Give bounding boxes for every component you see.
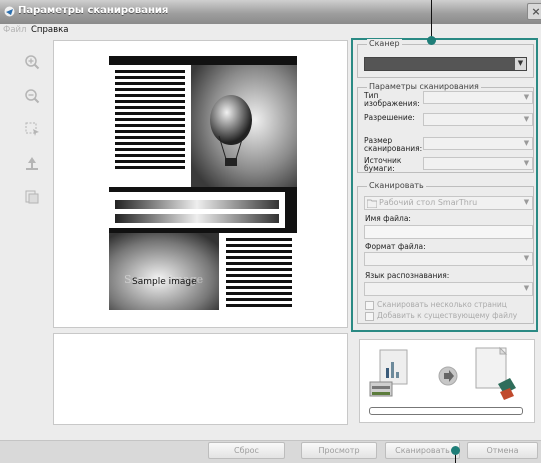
image-type-label: Тип изображения: [364,91,420,108]
resolution-dropdown[interactable]: ▼ [423,113,533,126]
arrow-right-icon [438,366,458,386]
text-line [115,106,185,109]
chevron-down-icon: ▼ [523,93,530,101]
paper-source-dropdown[interactable]: ▼ [423,157,533,170]
menu-file[interactable]: Файл [3,25,26,35]
text-line [226,292,292,295]
sample-text: Sample image [132,277,197,287]
fit-page-icon[interactable] [24,189,40,205]
multi-page-label: Сканировать несколько страниц [377,300,507,309]
scanner-app-icon [4,6,15,17]
preview-button[interactable]: Просмотр [301,442,377,459]
output-document-icon [475,346,516,400]
text-line [115,112,185,115]
scan-progress-bar [369,407,523,415]
chevron-down-icon: ▼ [523,139,530,147]
chevron-down-icon: ▼ [523,198,530,206]
text-line [115,142,185,145]
ocr-language-label: Язык распознавания: [365,271,450,280]
text-line [226,280,292,283]
text-line [115,160,185,163]
text-line [115,166,185,169]
scan-parameters-legend: Параметры сканирования [367,82,481,91]
preview-area[interactable]: Sample image Sample image [53,40,348,328]
chevron-down-icon: ▼ [523,284,530,292]
append-file-label: Добавить к существующему файлу [377,311,518,320]
menu-help[interactable]: Справка [31,25,68,35]
scan-to-legend: Сканировать [367,181,426,190]
checkbox-box [365,311,374,321]
text-line [115,88,185,91]
text-line [226,262,292,265]
append-file-checkbox[interactable]: Добавить к существующему файлу [365,311,517,321]
window-title: Параметры сканирования [18,5,169,16]
zoom-in-icon[interactable] [24,54,40,70]
text-line [115,136,185,139]
text-line [226,250,292,253]
text-line [226,256,292,259]
scan-button[interactable]: Сканировать [385,442,460,459]
text-line [226,274,292,277]
scan-to-value: Рабочий стол SmarThru [379,198,478,207]
callout-dot-top [427,36,436,45]
menu-bar: Файл Справка [0,24,541,38]
chevron-down-icon: ▼ [523,159,530,167]
cancel-button[interactable]: Отмена [467,442,538,459]
select-area-icon[interactable] [24,120,40,136]
text-line [226,298,292,301]
text-line [115,130,185,133]
callout-dot-bottom [451,446,460,455]
text-line [115,82,185,85]
folder-icon [367,199,377,208]
file-name-label: Имя файла: [365,214,411,223]
text-line [226,268,292,271]
multi-page-checkbox[interactable]: Сканировать несколько страниц [365,300,507,310]
text-line [226,238,292,241]
reset-button[interactable]: Сброс [208,442,285,459]
scan-size-label: Размер сканирования: [364,136,423,153]
title-bar[interactable]: Параметры сканирования [0,0,541,24]
thumbnail-area [53,333,348,425]
text-line [226,286,292,289]
text-line [115,154,185,157]
paper-source-label: Источник бумаги: [364,156,402,173]
scan-size-dropdown[interactable]: ▼ [423,137,533,150]
resolution-label: Разрешение: [364,113,415,122]
file-name-input[interactable] [364,225,533,239]
text-lines-top [115,70,185,172]
close-button[interactable]: × [527,3,541,20]
file-format-label: Формат файла: [365,242,426,251]
zoom-out-icon[interactable] [24,88,40,104]
scanner-document-icon [369,349,408,397]
text-line [115,148,185,151]
text-line [226,304,292,307]
scanner-legend: Сканер [367,39,402,48]
text-line [115,94,185,97]
checkbox-box [365,300,374,310]
scanner-dropdown[interactable]: ▼ [364,57,527,71]
chevron-down-icon: ▼ [523,115,530,123]
ocr-language-dropdown[interactable]: ▼ [364,282,533,296]
text-line [115,124,185,127]
image-type-dropdown[interactable]: ▼ [423,91,533,104]
text-line [226,244,292,247]
file-format-dropdown[interactable]: ▼ [364,252,533,266]
scan-to-dropdown[interactable]: Рабочий стол SmarThru ▼ [364,196,533,210]
chevron-down-icon: ▼ [523,254,530,262]
text-line [115,118,185,121]
rotate-icon[interactable] [24,155,40,171]
text-line [115,70,185,73]
text-line [115,76,185,79]
settings-panel: Сканер ▼ Параметры сканирования Тип изоб… [351,38,538,332]
text-line [115,100,185,103]
chevron-down-icon: ▼ [515,58,526,70]
text-lines-bottom [226,238,292,310]
callout-line-top [431,0,432,40]
